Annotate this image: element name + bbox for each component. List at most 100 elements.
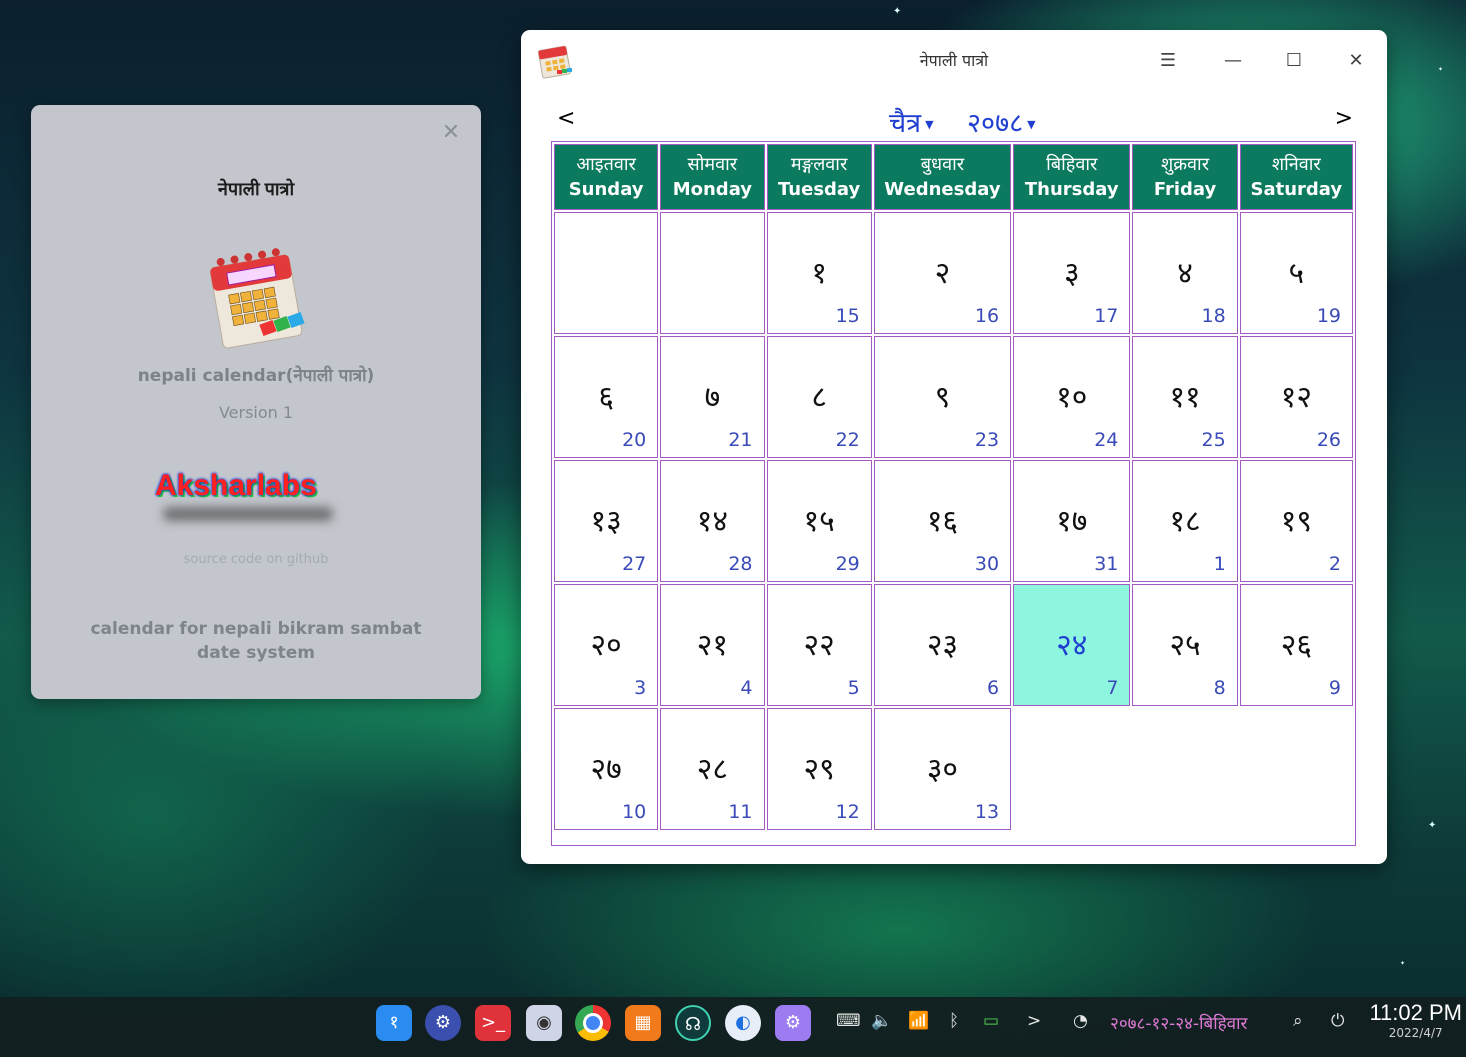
- day-cell[interactable]: २७ 10: [554, 708, 659, 830]
- bs-day-number: १८: [1169, 504, 1201, 539]
- gitkraken-icon[interactable]: ☊: [675, 1005, 711, 1041]
- day-cell[interactable]: १४ 28: [660, 460, 765, 582]
- today-day-cell[interactable]: २४ 7: [1013, 584, 1131, 706]
- star: ✦: [1438, 66, 1444, 73]
- day-cell[interactable]: १६ 30: [873, 460, 1012, 582]
- bs-day-number: १३: [590, 504, 622, 539]
- weekday-english: Sunday: [568, 179, 644, 200]
- day-cell[interactable]: ४ 18: [1132, 212, 1238, 334]
- day-cell[interactable]: १३ 27: [554, 460, 659, 582]
- year-dropdown[interactable]: २०७८ ▼: [967, 103, 1036, 140]
- day-cell[interactable]: १० 24: [1013, 336, 1131, 458]
- battery-icon[interactable]: ▭: [983, 1011, 999, 1031]
- clock-date: 2022/4/7: [1388, 1026, 1443, 1040]
- day-cell[interactable]: १८ 1: [1132, 460, 1238, 582]
- caret-down-icon: ▼: [1027, 118, 1036, 131]
- ad-day-number: 24: [1094, 429, 1119, 451]
- ad-day-number: 16: [974, 305, 1000, 327]
- week-row: ६ 20 ७ 21 ८ 22 ९ 23 १० 24 ११ 25 १२ 26: [554, 336, 1353, 458]
- ad-day-number: 18: [1201, 305, 1226, 327]
- day-cell[interactable]: २८ 11: [660, 708, 765, 830]
- terminal-icon[interactable]: >_: [475, 1005, 511, 1041]
- bluetooth-icon[interactable]: ᛒ: [949, 1011, 959, 1031]
- logo-shadow: [163, 507, 333, 521]
- bs-day-number: १६: [926, 504, 959, 539]
- ad-day-number: 22: [835, 429, 860, 451]
- day-cell[interactable]: ७ 21: [660, 336, 765, 458]
- chevron-right-icon[interactable]: >: [1027, 1011, 1041, 1031]
- system-monitor-icon[interactable]: ◔: [1073, 1011, 1088, 1031]
- next-month-button[interactable]: >: [1335, 106, 1353, 131]
- camera-icon[interactable]: ◉: [526, 1005, 562, 1041]
- day-cell[interactable]: ६ 20: [554, 336, 659, 458]
- day-cell[interactable]: २ 16: [873, 212, 1012, 334]
- calendar-grid: आइतवार Sunday सोमवार Monday मङ्गलवार Tuesday ब…: [551, 141, 1356, 846]
- day-cell[interactable]: ३ 17: [1013, 212, 1131, 334]
- prev-month-button[interactable]: <: [557, 106, 575, 131]
- weekday-english: Saturday: [1250, 179, 1343, 200]
- day-cell[interactable]: ८ 22: [766, 336, 872, 458]
- bs-day-number: २३: [926, 628, 959, 663]
- ad-day-number: 26: [1316, 429, 1341, 451]
- day-cell[interactable]: ९ 23: [873, 336, 1012, 458]
- menu-icon[interactable]: ☰: [1153, 46, 1183, 76]
- day-cell[interactable]: ५ 19: [1239, 212, 1353, 334]
- day-cell[interactable]: ३० 13: [873, 708, 1012, 830]
- taskbar: १ ⚙ >_ ◉ ▦ ☊ ◐ ⚙ ⌨ 🔈 📶 ᛒ ▭ > ◔ २०७८-१२-२…: [0, 997, 1466, 1057]
- ad-day-number: 3: [634, 677, 647, 699]
- bs-day-number: २७: [590, 752, 622, 787]
- ad-day-number: 27: [622, 553, 647, 575]
- bs-date-indicator[interactable]: २०७८-१२-२४-बिहिवार: [1110, 1011, 1247, 1034]
- ad-day-number: 20: [622, 429, 647, 451]
- minimize-icon[interactable]: —: [1218, 46, 1248, 76]
- day-cell[interactable]: १९ 2: [1239, 460, 1353, 582]
- week-row: २० 3 २१ 4 २२ 5 २३ 6 २४ 7 २५ 8 २६ 9: [554, 584, 1353, 706]
- ad-day-number: 6: [987, 677, 1000, 699]
- day-cell[interactable]: २३ 6: [873, 584, 1012, 706]
- day-cell[interactable]: २६ 9: [1239, 584, 1353, 706]
- day-cell[interactable]: २१ 4: [660, 584, 765, 706]
- bs-day-number: २०: [590, 628, 622, 663]
- wifi-icon[interactable]: 📶: [908, 1011, 929, 1031]
- year-label: २०७८: [967, 108, 1024, 139]
- ad-day-number: 15: [835, 305, 860, 327]
- day-cell[interactable]: १७ 31: [1013, 460, 1131, 582]
- maximize-icon[interactable]: ☐: [1279, 46, 1309, 76]
- volume-muted-icon[interactable]: 🔈: [871, 1011, 892, 1031]
- power-icon[interactable]: ⏻: [1331, 1011, 1344, 1031]
- day-cell[interactable]: २० 3: [554, 584, 659, 706]
- bs-day-number: २४: [1056, 628, 1088, 663]
- ad-day-number: 28: [728, 553, 753, 575]
- close-icon[interactable]: ✕: [1341, 46, 1371, 76]
- day-cell[interactable]: १ 15: [766, 212, 872, 334]
- day-cell[interactable]: २५ 8: [1132, 584, 1238, 706]
- bs-day-number: १४: [696, 504, 728, 539]
- ad-day-number: 25: [1201, 429, 1226, 451]
- weekday-header: बुधवार Wednesday: [873, 144, 1012, 210]
- day-cell[interactable]: ११ 25: [1132, 336, 1238, 458]
- titlebar[interactable]: नेपाली पात्रो ☰ — ☐ ✕: [521, 30, 1387, 92]
- ad-day-number: 4: [740, 677, 753, 699]
- chrome-icon[interactable]: [575, 1005, 611, 1041]
- month-dropdown[interactable]: चैत्र ▼: [889, 103, 934, 140]
- weekday-english: Tuesday: [778, 179, 861, 200]
- calendar-launcher-icon[interactable]: १: [376, 1005, 412, 1041]
- source-code-link[interactable]: source code on github: [31, 552, 481, 567]
- keyboard-icon[interactable]: ⌨: [836, 1011, 861, 1031]
- day-cell[interactable]: २२ 5: [766, 584, 872, 706]
- day-cell[interactable]: १२ 26: [1239, 336, 1353, 458]
- day-cell[interactable]: २९ 12: [766, 708, 872, 830]
- day-cell[interactable]: १५ 29: [766, 460, 872, 582]
- browser-icon[interactable]: ◐: [725, 1005, 761, 1041]
- settings-gear-icon[interactable]: ⚙: [425, 1005, 461, 1041]
- search-icon[interactable]: ⌕: [1293, 1011, 1303, 1031]
- window-title: नेपाली पात्रो: [919, 51, 989, 70]
- ad-day-number: 13: [974, 801, 1000, 823]
- caret-down-icon: ▼: [925, 118, 934, 131]
- ad-day-number: 7: [1106, 677, 1119, 699]
- clock[interactable]: 11:02 PM 2022/4/7: [1369, 1000, 1462, 1040]
- close-icon[interactable]: ✕: [441, 122, 461, 144]
- control-center-icon[interactable]: ⚙: [775, 1005, 811, 1041]
- ad-day-number: 10: [622, 801, 647, 823]
- app-store-icon[interactable]: ▦: [625, 1005, 661, 1041]
